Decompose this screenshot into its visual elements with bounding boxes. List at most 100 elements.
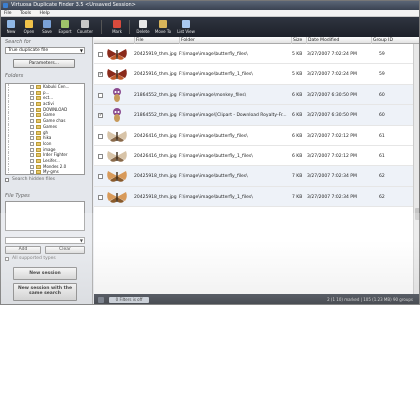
mark-button[interactable]: Mark [108,18,126,36]
date-cell: 3/27/2007 7:02:34 PM [307,194,357,200]
date-cell: 3/27/2007 7:02:24 PM [307,52,357,57]
all-supported-checkbox[interactable] [5,257,9,261]
folder-icon [36,102,41,107]
folder-icon [36,119,41,124]
folder-cell: F:\image\image\butterfly_files\ [179,174,248,180]
list-view-button[interactable]: List View [175,18,197,36]
filter-icon [98,297,104,303]
row-checkbox[interactable] [98,52,103,57]
expand-icon[interactable] [30,141,34,146]
folder-icon [36,130,41,135]
search-for-title: Search for [5,39,31,45]
file-cell: 20426416_thm.jpg [134,154,177,159]
file-types-list[interactable] [5,201,85,231]
row-checkbox[interactable]: ✓ [98,72,103,78]
menu-bar: File Tools Help [1,10,419,17]
column-file[interactable]: File [134,37,144,44]
row-checkbox[interactable] [98,174,103,180]
group-id-cell: 62 [379,194,385,200]
row-checkbox[interactable] [98,133,103,139]
mark-icon [113,20,121,28]
column-group-id[interactable]: Group ID [371,37,393,44]
expand-icon[interactable] [30,164,34,169]
new-button[interactable]: New [2,18,20,36]
open-button[interactable]: Open [20,18,38,36]
parameters-button[interactable]: Parameters... [13,59,75,68]
file-cell: 20425919_thm.jpg [134,52,177,57]
column-folder[interactable]: Folder [179,37,195,44]
table-row[interactable]: ✓ 21864552_thm.jpg F:\image\image\[Clipart… [94,105,413,126]
file-cell: 20425918_thm.jpg [134,174,177,180]
row-checkbox[interactable]: ✓ [98,113,103,119]
toolbar-separator [101,20,102,34]
row-checkbox[interactable] [98,92,103,98]
file-cell: 20425916_thm.jpg [134,72,177,78]
column-date-modified[interactable]: Date Modified [306,37,339,44]
size-cell: 5 KB [292,52,303,57]
expand-icon[interactable] [30,136,34,141]
group-id-cell: 60 [379,113,385,119]
row-checkbox[interactable] [98,194,103,200]
image-thumbnail [106,66,128,82]
move-to-button[interactable]: Move To [153,18,173,36]
file-type-select[interactable]: ▼ [5,237,85,244]
new-icon [7,20,15,28]
expand-icon[interactable] [30,90,34,95]
expand-icon[interactable] [30,113,34,118]
folder-tree-item[interactable]: My-gms [6,169,84,174]
folder-icon [36,158,41,163]
table-row[interactable]: 21864552_thm.jpg F:\image\image\monkey_fi… [94,84,413,106]
menu-tools[interactable]: Tools [20,11,31,16]
folder-icon [36,85,41,89]
vertical-scrollbar[interactable] [413,44,419,294]
row-checkbox[interactable] [98,154,103,159]
column-size[interactable]: Size [291,37,302,44]
expand-icon[interactable] [30,158,34,163]
expand-icon[interactable] [30,85,34,89]
date-cell: 3/27/2007 7:02:12 PM [307,154,357,159]
table-row[interactable]: 20425918_thm.jpg F:\image\image\butterfly… [94,186,413,208]
delete-icon [139,20,147,28]
expand-icon[interactable] [30,119,34,124]
new-session-button[interactable]: New session [13,267,77,280]
expand-icon[interactable] [30,147,34,152]
folder-tree[interactable]: Kabuki Cen... p... ect... activi DOWNLOAD Gam… [5,83,85,175]
table-row[interactable]: ✓ 20425916_thm.jpg F:\image\image\butterfl… [94,64,413,85]
left-panel: Search for True duplicate file ▼ Paramet… [1,37,93,304]
save-button[interactable]: Save [38,18,56,36]
search-hidden-checkbox[interactable] [5,178,9,182]
table-row[interactable]: 20426416_thm.jpg F:\image\image\butterfly… [94,126,413,146]
expand-icon[interactable] [30,130,34,135]
image-thumbnail [106,189,128,205]
menu-help[interactable]: Help [40,11,50,16]
counter-button[interactable]: Counter [75,18,95,36]
image-thumbnail [106,46,128,62]
expand-icon[interactable] [30,124,34,129]
folder-cell: F:\image\image\butterfly_files\ [179,52,248,57]
scrollbar-thumb[interactable] [415,208,419,220]
status-text: 2 (1 10) marked | 105 (1.23 MB) 90 group… [327,297,413,302]
title-bar: Virtuosa Duplicate Finder 3.5 <Unsaved S… [1,1,419,10]
expand-icon[interactable] [30,102,34,107]
folder-icon [36,153,41,158]
menu-file[interactable]: File [4,11,12,16]
file-cell: 20425918_thm.jpg [134,194,177,200]
folder-icon [36,170,41,174]
table-row[interactable]: 20425919_thm.jpg F:\image\image\butterfly… [94,44,413,65]
search-type-select[interactable]: True duplicate file ▼ [5,47,85,54]
filter-toggle-button[interactable]: 0 Filters is off [109,297,149,303]
image-thumbnail [106,107,128,123]
expand-icon[interactable] [30,96,34,101]
delete-button[interactable]: Delete [134,18,152,36]
size-cell: 6 KB [292,113,303,119]
table-row[interactable]: 20426416_thm.jpg F:\image\image\butterfly… [94,146,413,167]
new-session-same-search-button[interactable]: New session with the same search [13,283,77,301]
export-button[interactable]: Export [56,18,74,36]
table-row[interactable]: 20425918_thm.jpg F:\image\image\butterfly… [94,166,413,187]
expand-icon[interactable] [30,153,34,158]
expand-icon[interactable] [30,170,34,174]
all-supported-label: All supported types [12,256,56,261]
expand-icon[interactable] [30,107,34,112]
add-button[interactable]: Add [5,246,41,254]
clear-button[interactable]: Clear [45,246,85,254]
